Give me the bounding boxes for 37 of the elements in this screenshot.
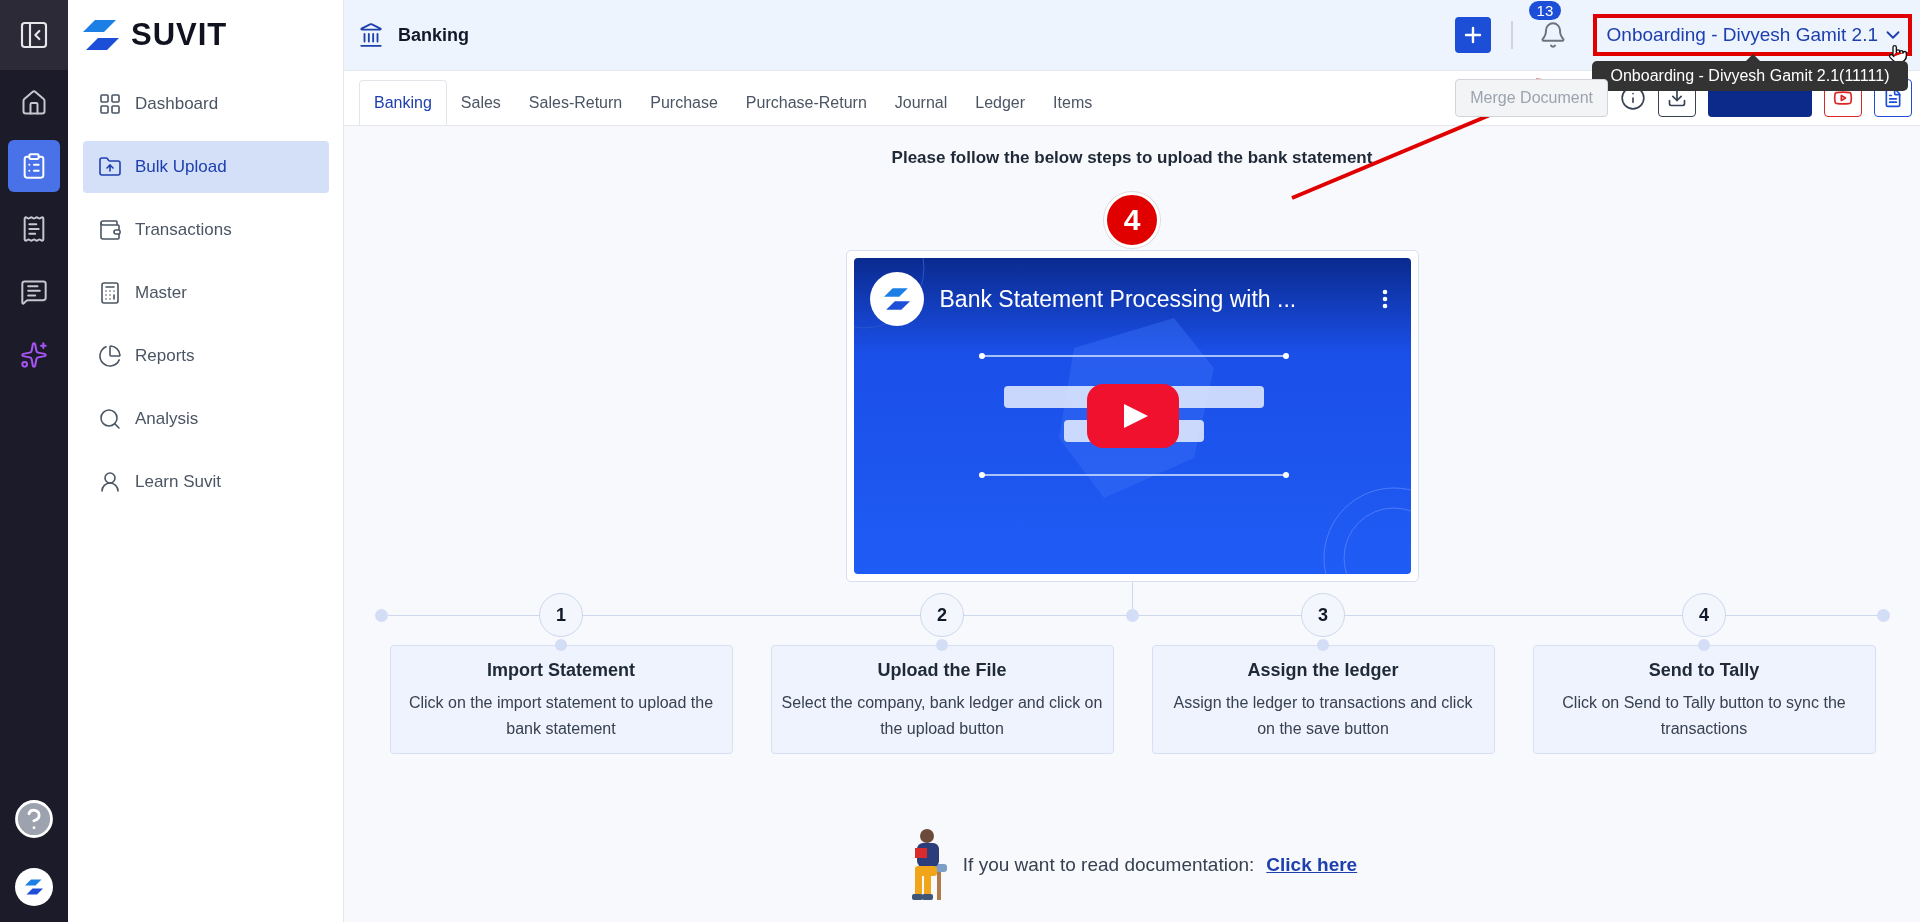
- brand-name: SUVIT: [131, 17, 228, 53]
- tab[interactable]: Ledger: [961, 81, 1040, 125]
- company-dropdown[interactable]: Onboarding - Divyesh Gamit 2.1: [1606, 24, 1904, 46]
- step-description: Assign the ledger to transactions and click on the save button: [1172, 693, 1474, 739]
- step-number: 1: [539, 593, 583, 637]
- step-marker: 4: [1104, 192, 1160, 248]
- step-number: 2: [920, 593, 964, 637]
- tab[interactable]: Journal: [880, 81, 962, 125]
- page-title: Banking: [398, 24, 470, 46]
- tab[interactable]: Purchase: [636, 81, 732, 125]
- sidebar-item[interactable]: Learn Suvit: [83, 456, 329, 508]
- documentation-text: If you want to read documentation:: [962, 854, 1255, 876]
- step-description: Select the company, bank ledger and click on the upload button: [781, 693, 1103, 739]
- tooltip: Onboarding - Divyesh Gamit 2.1(11111): [1592, 61, 1908, 91]
- step-number: 4: [1682, 593, 1726, 637]
- sidebar-item[interactable]: Bulk Upload: [83, 141, 329, 193]
- sidebar-item[interactable]: Master: [83, 267, 329, 319]
- sidebar-item[interactable]: Reports: [83, 330, 329, 382]
- tab[interactable]: Purchase-Return: [731, 81, 881, 125]
- step-number: 3: [1301, 593, 1345, 637]
- tab[interactable]: Sales: [446, 81, 515, 125]
- step-title: Import Statement: [486, 660, 636, 681]
- documentation-link[interactable]: Click here: [1266, 854, 1358, 876]
- sidebar-item[interactable]: Dashboard: [83, 78, 329, 130]
- video-title[interactable]: Bank Statement Processing with ...: [939, 285, 1357, 313]
- tab[interactable]: Sales-Return: [514, 81, 637, 125]
- sidebar-item[interactable]: Analysis: [83, 393, 329, 445]
- step-description: Click on Send to Tally button to sync the transactions: [1561, 693, 1847, 739]
- step-title: Upload the File: [876, 660, 1008, 681]
- step-title: Send to Tally: [1647, 660, 1761, 681]
- tab[interactable]: Items: [1039, 81, 1107, 125]
- notification-badge: 13: [1528, 1, 1562, 20]
- step-title: Assign the ledger: [1246, 660, 1400, 681]
- sidebar-item[interactable]: Transactions: [83, 204, 329, 256]
- instructions-heading: Please follow the below steps to upload the bank statement: [891, 148, 1373, 168]
- step-description: Click on the import statement to upload the bank statement: [407, 693, 715, 739]
- tab[interactable]: Banking: [359, 80, 447, 125]
